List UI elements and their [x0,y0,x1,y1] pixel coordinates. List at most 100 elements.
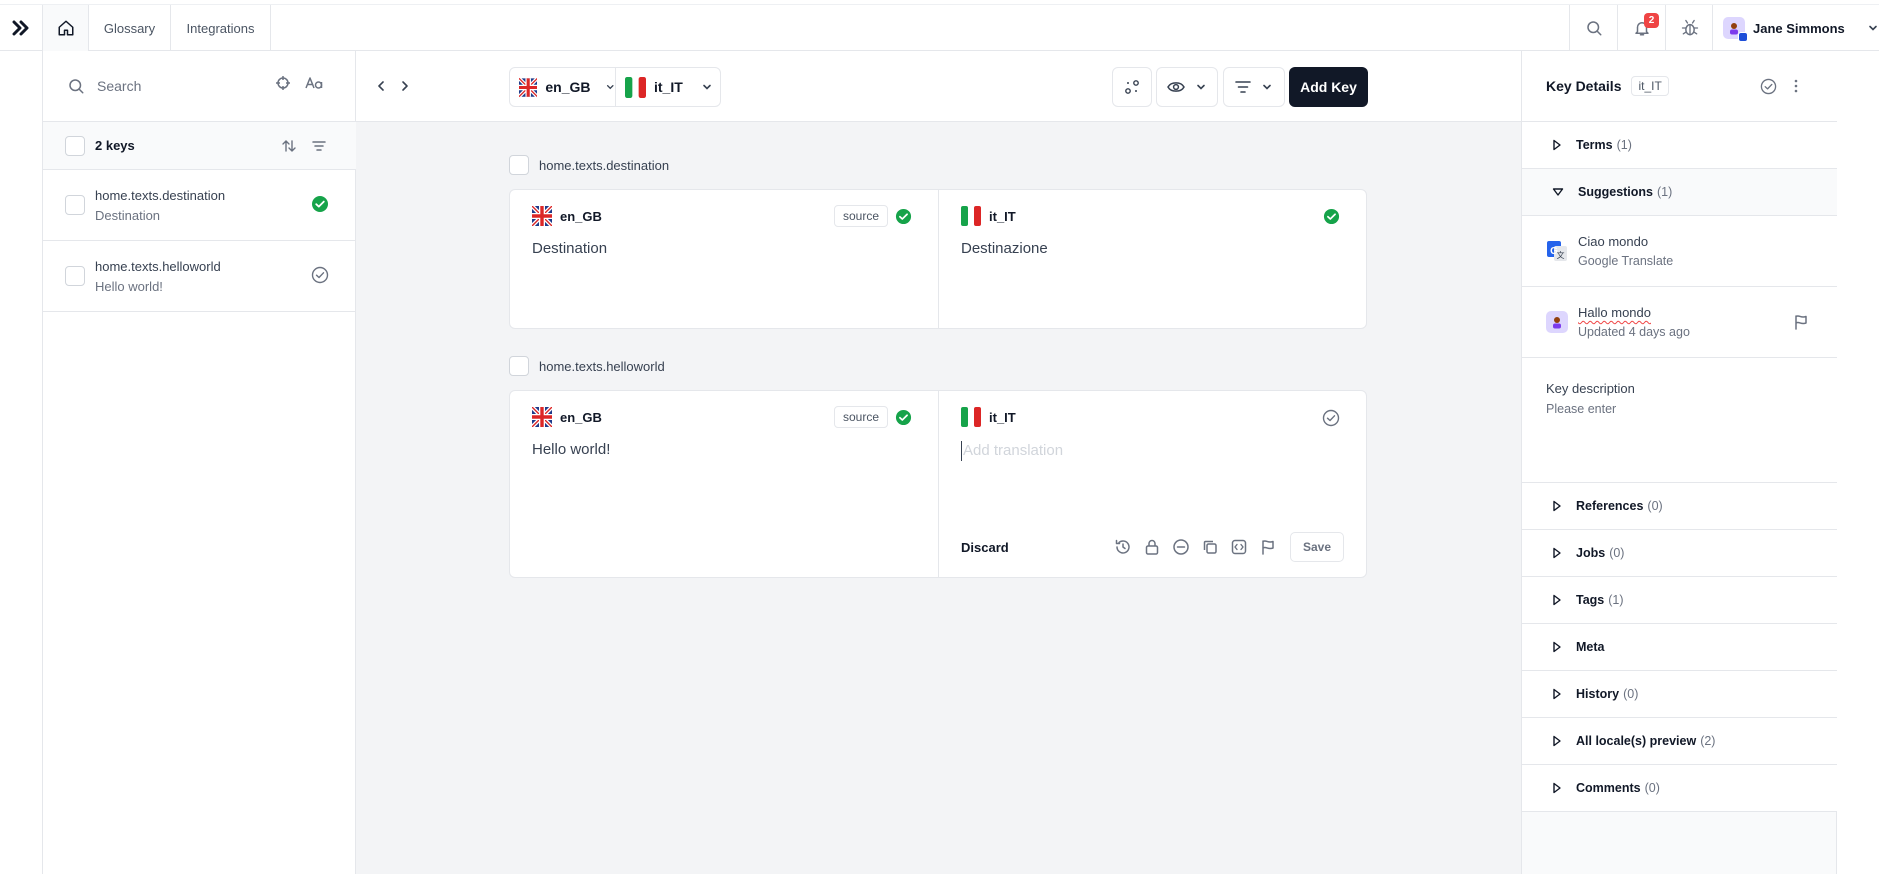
section-label: Suggestions [1578,185,1654,199]
target-locale: it_IT [989,409,1016,425]
unverified-check-icon[interactable] [1322,409,1340,427]
suggestion-text: Ciao mondo [1578,234,1649,249]
entry-checkbox[interactable] [509,155,529,175]
section-references[interactable]: References (0) [1522,483,1837,530]
key-checkbox[interactable] [65,266,85,286]
section-count: (0) [1609,546,1625,560]
search-icon [69,79,84,94]
source-badge: source [833,406,888,428]
target-locale-dropdown[interactable]: it_IT [615,68,720,106]
more-vertical-icon[interactable] [1793,78,1799,94]
filter-dropdown[interactable] [1223,67,1285,107]
panel-title: Key Details [1546,78,1622,94]
home-button[interactable] [42,5,89,51]
source-locale-dropdown[interactable]: en_GB [510,68,615,106]
eye-icon [1167,82,1185,92]
key-checkbox[interactable] [65,195,85,215]
key-name: home.texts.helloworld [95,258,221,274]
section-comments[interactable]: Comments (0) [1522,765,1837,812]
keys-header: 2 keys [43,122,356,170]
user-menu[interactable]: Jane Simmons [1712,5,1879,51]
user-avatar [1546,311,1568,333]
avatar-person-icon [1553,317,1561,329]
flag-icon[interactable] [1259,538,1277,556]
history-icon[interactable] [1114,538,1132,556]
suggestion-item[interactable]: Hallo mondo Updated 4 days ago [1522,287,1837,358]
entry-checkbox[interactable] [509,356,529,376]
source-pane: en_GB source Hello world! [510,391,938,577]
description-input[interactable]: Please enter [1546,402,1813,416]
translation-card: en_GB source Hello world! it_IT Add tran… [509,390,1367,578]
copy-icon[interactable] [1201,538,1219,556]
key-list-item[interactable]: home.texts.helloworld Hello world! [43,241,356,312]
verified-check-icon[interactable] [895,409,912,426]
section-jobs[interactable]: Jobs (0) [1522,530,1837,577]
translation-editor: en_GB it_IT Add Key home.texts.destinati… [356,51,1521,874]
source-pane: en_GB source Destination [510,190,938,328]
entry-key-row: home.texts.helloworld [509,356,665,376]
global-search-button[interactable] [1569,5,1617,51]
source-badge: source [833,205,888,227]
code-brackets-icon[interactable] [1230,538,1248,556]
chevron-down-icon [1263,84,1271,90]
caret-right-icon [1553,688,1561,700]
select-all-checkbox[interactable] [65,135,85,156]
bug-report-button[interactable] [1665,5,1713,51]
key-search[interactable]: Search [43,51,356,122]
unverified-check-icon [311,266,329,284]
svg-text:文: 文 [1557,250,1565,260]
view-options-dropdown[interactable] [1156,67,1218,107]
key-description: Key description Please enter [1522,358,1837,483]
discard-button[interactable]: Discard [961,540,1009,555]
section-count: (2) [1700,734,1716,748]
suggestion-item[interactable]: G 文 Ciao mondo Google Translate [1522,216,1837,287]
section-history[interactable]: History (0) [1522,671,1837,718]
avatar-badge [1738,32,1748,42]
section-all-locales-preview[interactable]: All locale(s) preview (2) [1522,718,1837,765]
source-text[interactable]: Hello world! [532,441,916,458]
minus-circle-icon[interactable] [1172,538,1190,556]
target-text[interactable]: Destinazione [961,240,1344,257]
section-suggestions[interactable]: Suggestions (1) [1522,169,1837,216]
target-locale: it_IT [989,208,1016,224]
notifications-badge: 2 [1644,13,1659,28]
match-case-icon[interactable] [305,75,323,91]
key-list-item[interactable]: home.texts.destination Destination [43,170,356,241]
section-tags[interactable]: Tags (1) [1522,577,1837,624]
batch-actions-button[interactable] [1112,67,1152,107]
add-key-button[interactable]: Add Key [1289,67,1368,107]
keys-sidebar: Search 2 keys home.texts.destination Des… [42,51,356,874]
section-label: History [1576,687,1620,701]
chevron-right-icon[interactable] [398,79,412,93]
flag-icon[interactable] [1792,313,1810,331]
section-terms[interactable]: Terms (1) [1522,122,1837,169]
search-input[interactable]: Search [97,78,141,94]
source-text[interactable]: Destination [532,240,916,257]
save-button[interactable]: Save [1289,532,1344,562]
section-label: Comments [1576,781,1641,795]
edit-actions-bar: Discard Save [961,531,1344,563]
lock-icon[interactable] [1143,538,1161,556]
chevron-down-icon [1868,25,1877,31]
nav-glossary[interactable]: Glossary [89,5,171,51]
nav-integrations[interactable]: Integrations [171,5,271,51]
section-count: (1) [1657,185,1673,199]
notifications-button[interactable]: 2 [1617,5,1665,51]
translation-input[interactable]: Add translation [961,441,1344,461]
app-logo[interactable] [0,5,42,51]
section-meta[interactable]: Meta [1522,624,1837,671]
section-count: (0) [1623,687,1639,701]
verified-check-icon[interactable] [895,208,912,225]
filter-icon[interactable] [311,138,327,154]
check-circle-icon[interactable] [1760,78,1777,95]
user-name: Jane Simmons [1753,20,1845,36]
italy-flag-icon [961,206,981,226]
verified-check-icon[interactable] [1323,208,1340,225]
sort-icon[interactable] [281,138,297,154]
source-locale: en_GB [560,208,602,224]
crosshair-icon[interactable] [275,75,291,91]
chevron-left-icon[interactable] [374,79,388,93]
google-translate-icon: G 文 [1547,241,1567,261]
search-icon [1586,21,1601,36]
suggestion-source: Updated 4 days ago [1578,325,1690,339]
